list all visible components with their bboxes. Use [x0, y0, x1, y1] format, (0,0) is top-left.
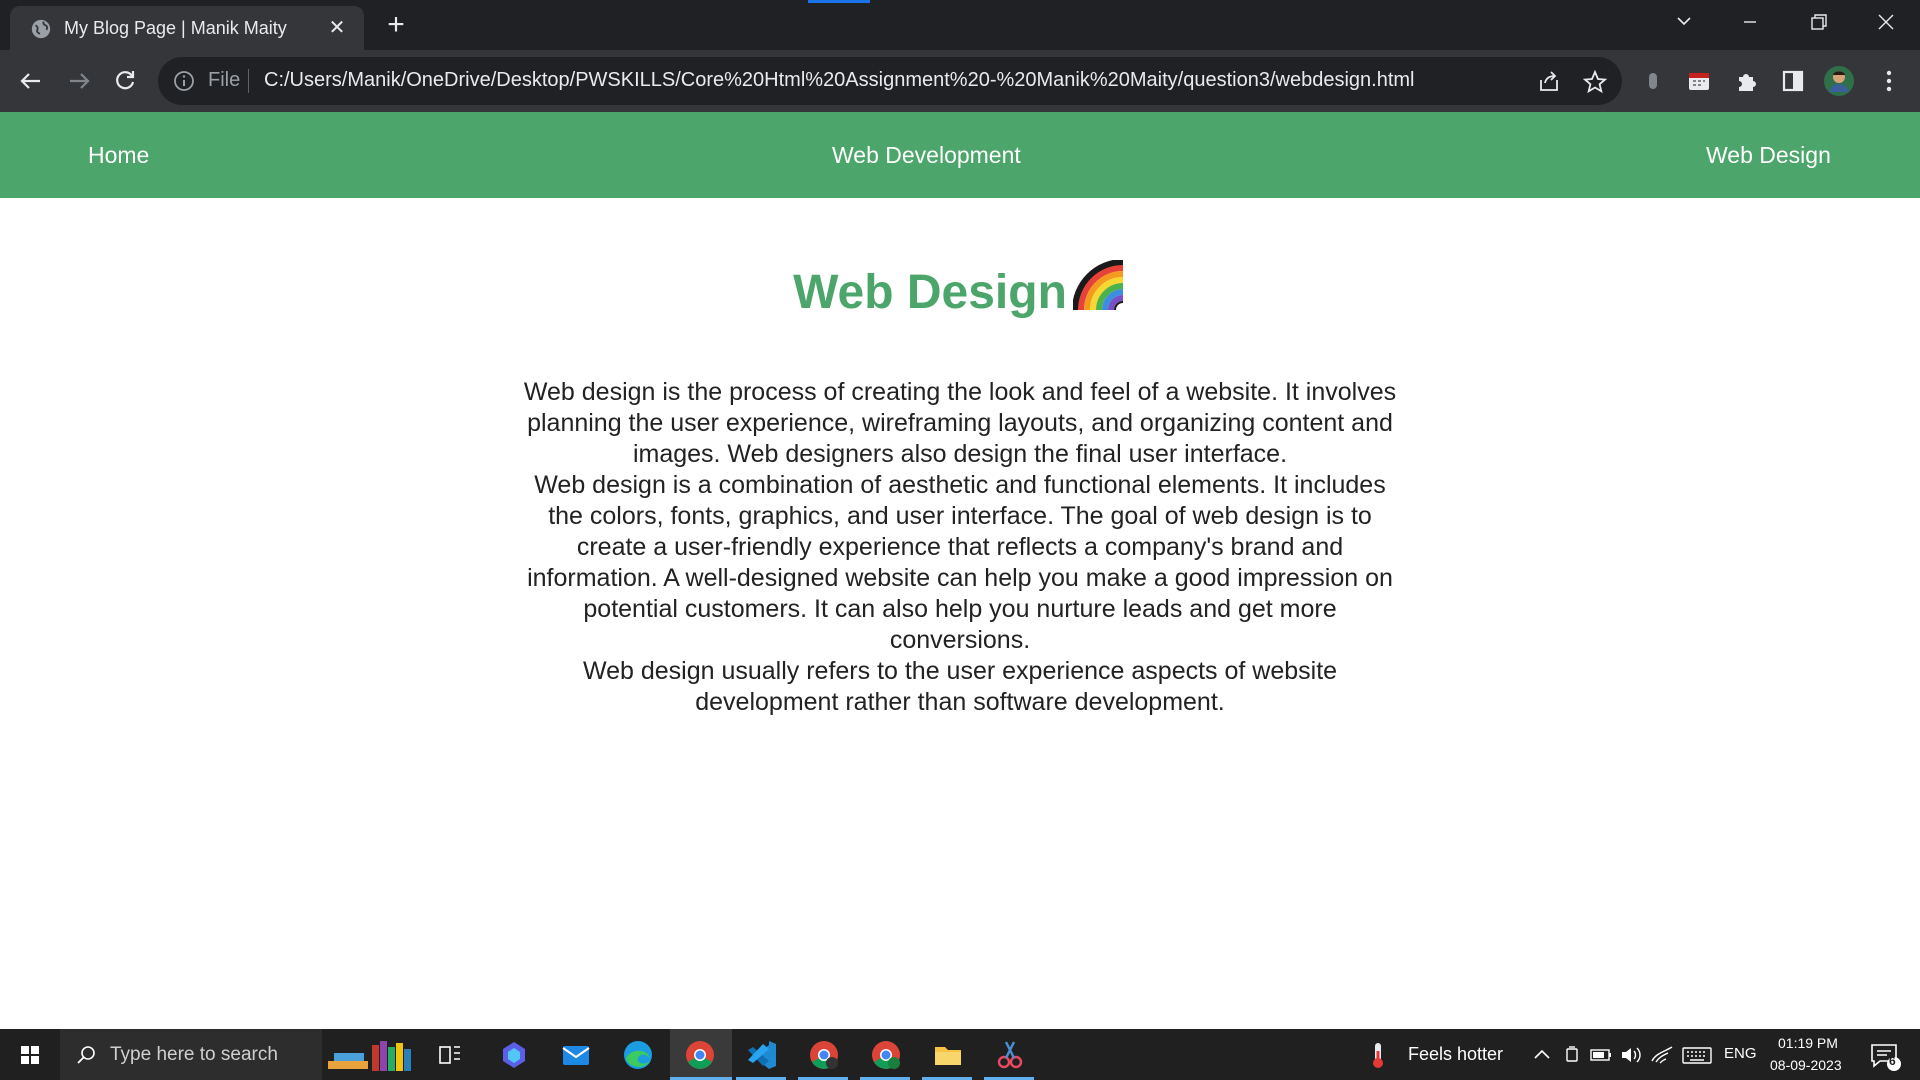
notifications-icon[interactable]: [1866, 1037, 1902, 1073]
windows-start-icon[interactable]: [12, 1037, 48, 1073]
web-page: Home Web Development Web Design Web Desi…: [0, 112, 1920, 1029]
browser-tab[interactable]: My Blog Page | Manik Maity ✕: [10, 6, 364, 50]
rainbow-icon: [1072, 260, 1124, 311]
profile-avatar[interactable]: [1822, 64, 1856, 98]
address-bar[interactable]: File C:/Users/Manik/OneDrive/Desktop/PWS…: [158, 57, 1622, 105]
file-explorer-icon[interactable]: [930, 1037, 966, 1073]
wifi-icon[interactable]: [1648, 1037, 1674, 1073]
taskbar-search[interactable]: Type here to search: [60, 1029, 322, 1080]
battery-icon[interactable]: [1588, 1037, 1614, 1073]
article-paragraph: Web design is the process of creating th…: [523, 378, 1397, 468]
edge-icon[interactable]: [620, 1037, 656, 1073]
omnibox-divider: [248, 69, 249, 93]
thermometer-icon: [1373, 1043, 1383, 1068]
mail-icon[interactable]: [558, 1037, 594, 1073]
file-scheme-label: File: [208, 69, 241, 91]
snipping-tool-icon[interactable]: [992, 1037, 1028, 1073]
chrome-icon[interactable]: [682, 1037, 718, 1073]
windows-taskbar: Type here to search Feels hotter ENG 01:…: [0, 1029, 1920, 1080]
article-paragraph: Web design is a combination of aesthetic…: [527, 471, 1393, 654]
tab-search-icon[interactable]: [1662, 8, 1706, 38]
reload-icon[interactable]: [108, 64, 142, 98]
task-view-icon[interactable]: [432, 1037, 468, 1073]
globe-icon: [31, 19, 51, 39]
copilot-icon[interactable]: [496, 1037, 532, 1073]
restore-icon[interactable]: [1796, 8, 1840, 38]
site-navbar: Home Web Development Web Design: [0, 112, 1920, 198]
language-indicator[interactable]: ENG: [1724, 1045, 1757, 1062]
nav-link-home[interactable]: Home: [88, 142, 149, 169]
clock-date[interactable]: 08-09-2023: [1770, 1057, 1842, 1073]
article-paragraph: Web design usually refers to the user ex…: [582, 657, 1338, 716]
chrome-profile-2-icon[interactable]: [868, 1037, 904, 1073]
info-icon[interactable]: [172, 69, 196, 93]
device-icon[interactable]: [1560, 1037, 1584, 1073]
search-placeholder: Type here to search: [110, 1044, 278, 1065]
browser-tabstrip: My Blog Page | Manik Maity ✕ +: [0, 0, 1920, 50]
page-heading: Web Design: [0, 260, 1920, 320]
forward-icon[interactable]: [62, 64, 96, 98]
extension-mic-icon[interactable]: [1636, 64, 1670, 98]
chevron-up-icon[interactable]: [1530, 1037, 1554, 1073]
url-text[interactable]: C:/Users/Manik/OneDrive/Desktop/PWSKILLS…: [264, 69, 1415, 92]
extensions-icon[interactable]: [1730, 64, 1764, 98]
clock-time[interactable]: 01:19 PM: [1778, 1035, 1838, 1051]
side-panel-icon[interactable]: [1776, 64, 1810, 98]
menu-icon[interactable]: [1872, 64, 1906, 98]
tab-title: My Blog Page | Manik Maity: [64, 18, 287, 38]
vscode-icon[interactable]: [744, 1037, 780, 1073]
keyboard-icon[interactable]: [1680, 1037, 1714, 1073]
article-body: Web design is the process of creating th…: [520, 377, 1400, 718]
books-widget-icon[interactable]: [324, 1037, 420, 1073]
nav-link-web-development[interactable]: Web Development: [832, 142, 1021, 169]
browser-toolbar: File C:/Users/Manik/OneDrive/Desktop/PWS…: [0, 50, 1920, 112]
chrome-profile-icon[interactable]: [806, 1037, 842, 1073]
share-icon[interactable]: [1536, 69, 1562, 95]
minimize-icon[interactable]: [1728, 8, 1772, 38]
nav-link-web-design[interactable]: Web Design: [1706, 142, 1831, 169]
notifications-count: 6: [1889, 1054, 1896, 1068]
star-icon[interactable]: [1582, 69, 1608, 95]
search-icon: [77, 1046, 95, 1064]
back-icon[interactable]: [14, 64, 48, 98]
extension-calendar-icon[interactable]: [1682, 64, 1716, 98]
page-heading-text: Web Design: [793, 266, 1067, 319]
plus-icon[interactable]: +: [382, 10, 410, 40]
weather-text[interactable]: Feels hotter: [1408, 1044, 1503, 1065]
close-icon[interactable]: ✕: [324, 15, 350, 41]
tab-drop-indicator: [808, 0, 870, 3]
close-window-icon[interactable]: [1864, 8, 1908, 38]
volume-icon[interactable]: [1618, 1037, 1644, 1073]
